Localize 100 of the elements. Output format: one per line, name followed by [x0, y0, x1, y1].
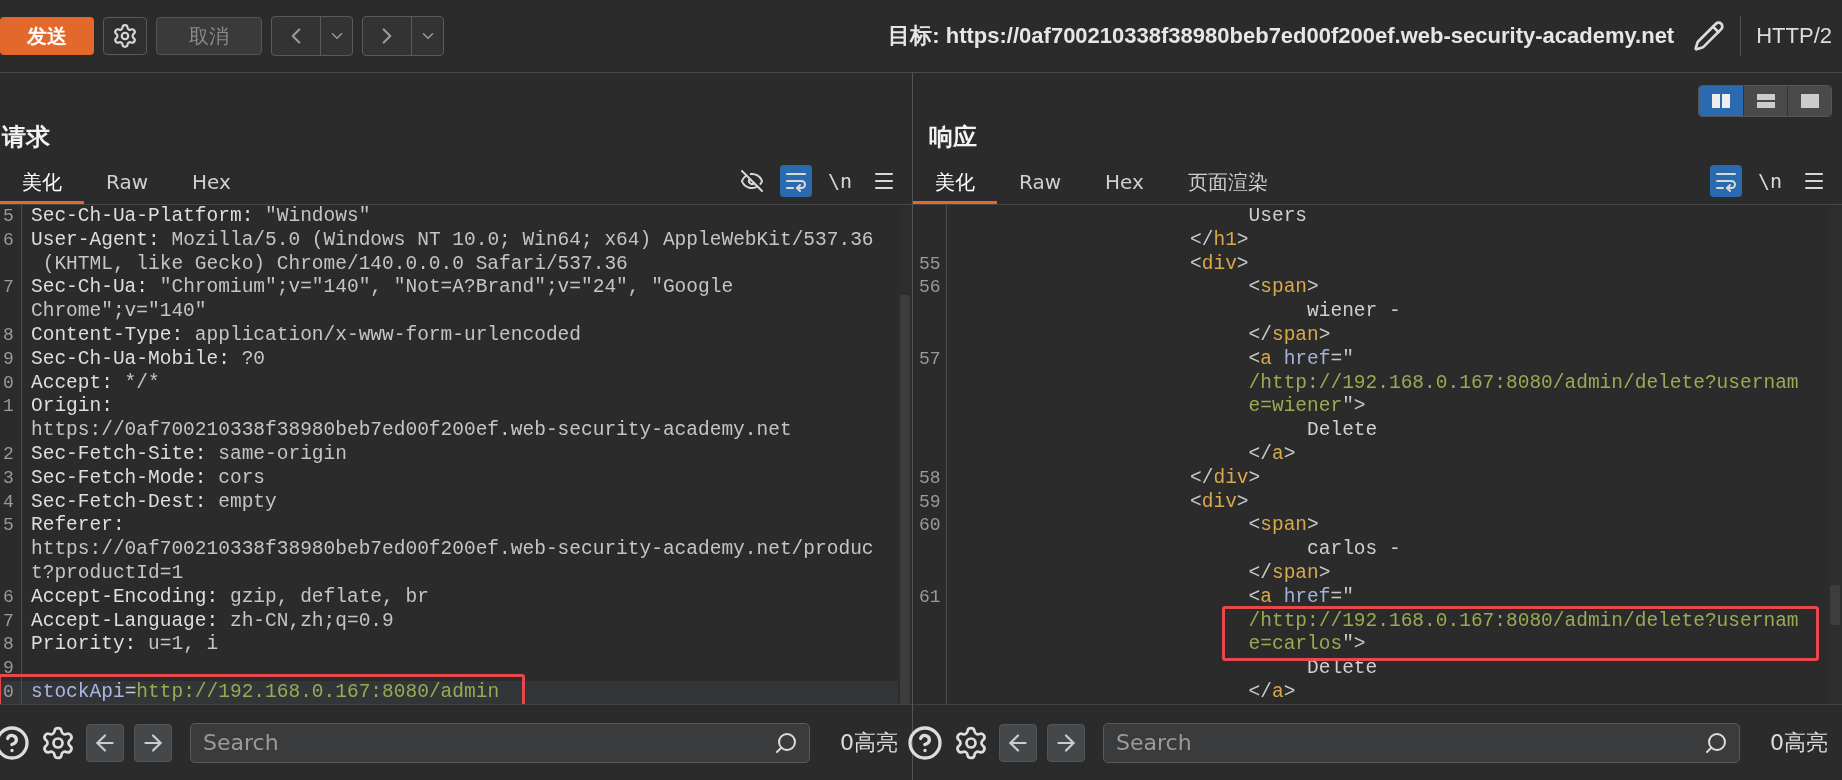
code-line: Sec-Ch-Ua: "Chromium";v="140", "Not=A?Brand";v="24", "Google: [30, 276, 734, 301]
search-field[interactable]: Search: [190, 722, 810, 763]
code-line: https://0af700210338f38980beb7ed00f200ef.web-security-academy.net: [30, 419, 792, 443]
line-number: 0: [3, 680, 14, 704]
code-line: Sec-Ch-Ua-Platform: "Windows": [30, 205, 371, 229]
view-tab[interactable]: 美化: [0, 157, 84, 204]
scrollbar-thumb[interactable]: [900, 295, 910, 704]
line-number: 5: [3, 514, 14, 538]
search-icon: [774, 730, 798, 755]
code-line: <span>: [1247, 276, 1319, 301]
single-view-icon: [1800, 94, 1819, 108]
rows-icon: [1756, 94, 1775, 108]
line-number: 61: [919, 585, 941, 609]
layout-toggle[interactable]: [1743, 86, 1787, 116]
code-line: wiener -: [1306, 300, 1401, 324]
newline-toggle[interactable]: \n: [1753, 165, 1786, 197]
code-line: /http://192.168.0.167:8080/admin/delete?usernam: [1247, 371, 1799, 396]
view-tab[interactable]: Raw: [84, 157, 171, 204]
highlight-count: 0高亮: [840, 728, 898, 757]
line-number: 7: [3, 276, 14, 300]
settings-icon[interactable]: [40, 724, 76, 761]
layout-toggle[interactable]: [1787, 86, 1831, 116]
line-number: 3: [3, 466, 14, 490]
code-line: Origin:: [30, 395, 113, 420]
pane-title: 响应: [928, 122, 978, 153]
line-number: 59: [919, 490, 941, 514]
line-number: 6: [3, 228, 14, 252]
code-line: </span>: [1247, 324, 1331, 348]
code-line: Sec-Fetch-Dest: empty: [30, 490, 277, 515]
code-line: https://0af700210338f38980beb7ed00f200ef.web-security-academy.net/produc: [30, 538, 874, 562]
code-line: Accept: */*: [30, 371, 160, 396]
help-icon[interactable]: [907, 724, 943, 761]
code-line: e=carlos">: [1247, 633, 1366, 658]
wrap-button[interactable]: [1709, 165, 1742, 197]
line-number: 0: [3, 371, 14, 395]
highlight-count: 0高亮: [1770, 728, 1828, 757]
settings-icon[interactable]: [953, 724, 989, 761]
line-number: 8: [3, 324, 14, 347]
code-editor[interactable]: [913, 205, 1842, 705]
view-tab[interactable]: 页面渲染: [1165, 157, 1290, 204]
code-line: carlos -: [1306, 538, 1401, 562]
search-field[interactable]: Search: [1103, 722, 1740, 763]
target-url: 目标: https://0af700210338f38980beb7ed00f200ef.web-security-academy.net: [888, 22, 1675, 50]
line-number: 4: [3, 490, 14, 514]
line-number: 60: [919, 514, 941, 538]
code-line: /http://192.168.0.167:8080/admin/delete?usernam: [1247, 609, 1799, 634]
code-line: <div>: [1189, 490, 1249, 515]
code-line: Sec-Fetch-Site: same-origin: [30, 442, 347, 467]
hidden-icon: [739, 169, 764, 193]
code-line: Delete: [1306, 419, 1378, 443]
pencil-icon[interactable]: [1693, 20, 1726, 52]
protocol-label[interactable]: HTTP/2: [1756, 23, 1832, 49]
code-line: <a href=": [1247, 347, 1354, 372]
code-line: </a>: [1247, 442, 1296, 467]
settings-button[interactable]: [103, 17, 147, 55]
line-number: 57: [919, 347, 941, 371]
search-icon: [1704, 730, 1728, 755]
wrap-button[interactable]: [779, 165, 812, 197]
help-icon[interactable]: [0, 724, 30, 761]
line-number: 58: [919, 466, 941, 490]
code-line: Referer:: [30, 514, 125, 539]
columns-icon: [1712, 94, 1730, 108]
pane-title: 请求: [2, 122, 51, 153]
code-line: Chrome";v="140": [30, 300, 207, 324]
code-line: Accept-Language: zh-CN,zh;q=0.9: [30, 609, 394, 634]
layout-toggle[interactable]: [1699, 86, 1743, 116]
code-line: t?productId=1: [30, 561, 184, 586]
code-line: Sec-Fetch-Mode: cors: [30, 466, 266, 491]
code-line: <span>: [1247, 514, 1319, 539]
line-number: 9: [3, 657, 14, 681]
code-line: Priority: u=1, i: [30, 633, 219, 658]
previous-button[interactable]: [999, 723, 1037, 762]
gear-icon: [112, 23, 138, 49]
previous-button[interactable]: [86, 723, 124, 762]
code-line: User-Agent: Mozilla/5.0 (Windows NT 10.0; Win64; x64) AppleWebKit/537.36: [30, 228, 874, 253]
code-line: <a href=": [1247, 585, 1354, 610]
code-line: Sec-Ch-Ua-Mobile: ?0: [30, 347, 266, 372]
code-line: Accept-Encoding: gzip, deflate, br: [30, 585, 429, 610]
code-line: stockApi=http://192.168.0.167:8080/admin: [30, 680, 500, 704]
code-line: </h1>: [1189, 228, 1249, 253]
view-tab[interactable]: Hex: [1083, 157, 1166, 204]
next-button[interactable]: [1047, 723, 1085, 762]
line-number: 9: [3, 347, 14, 371]
code-line: </span>: [1247, 561, 1331, 586]
code-line: (KHTML, like Gecko) Chrome/140.0.0.0 Safari/537.36: [41, 252, 628, 277]
code-line: <div>: [1189, 252, 1249, 277]
next-button[interactable]: [134, 723, 172, 762]
line-number: 1: [3, 395, 14, 419]
code-line: Content-Type: application/x-www-form-urlencoded: [30, 324, 581, 348]
code-line: e=wiener">: [1247, 395, 1366, 420]
line-number: 55: [919, 252, 941, 276]
view-tab[interactable]: Raw: [997, 157, 1084, 204]
code-line: </a>: [1247, 680, 1296, 704]
view-tab[interactable]: Hex: [170, 157, 253, 204]
code-line: Users: [1247, 205, 1308, 229]
code-editor[interactable]: [0, 205, 912, 705]
line-number: 56: [919, 276, 941, 300]
line-number: 2: [3, 442, 14, 466]
newline-toggle[interactable]: \n: [823, 165, 856, 197]
view-tab[interactable]: 美化: [913, 157, 997, 204]
